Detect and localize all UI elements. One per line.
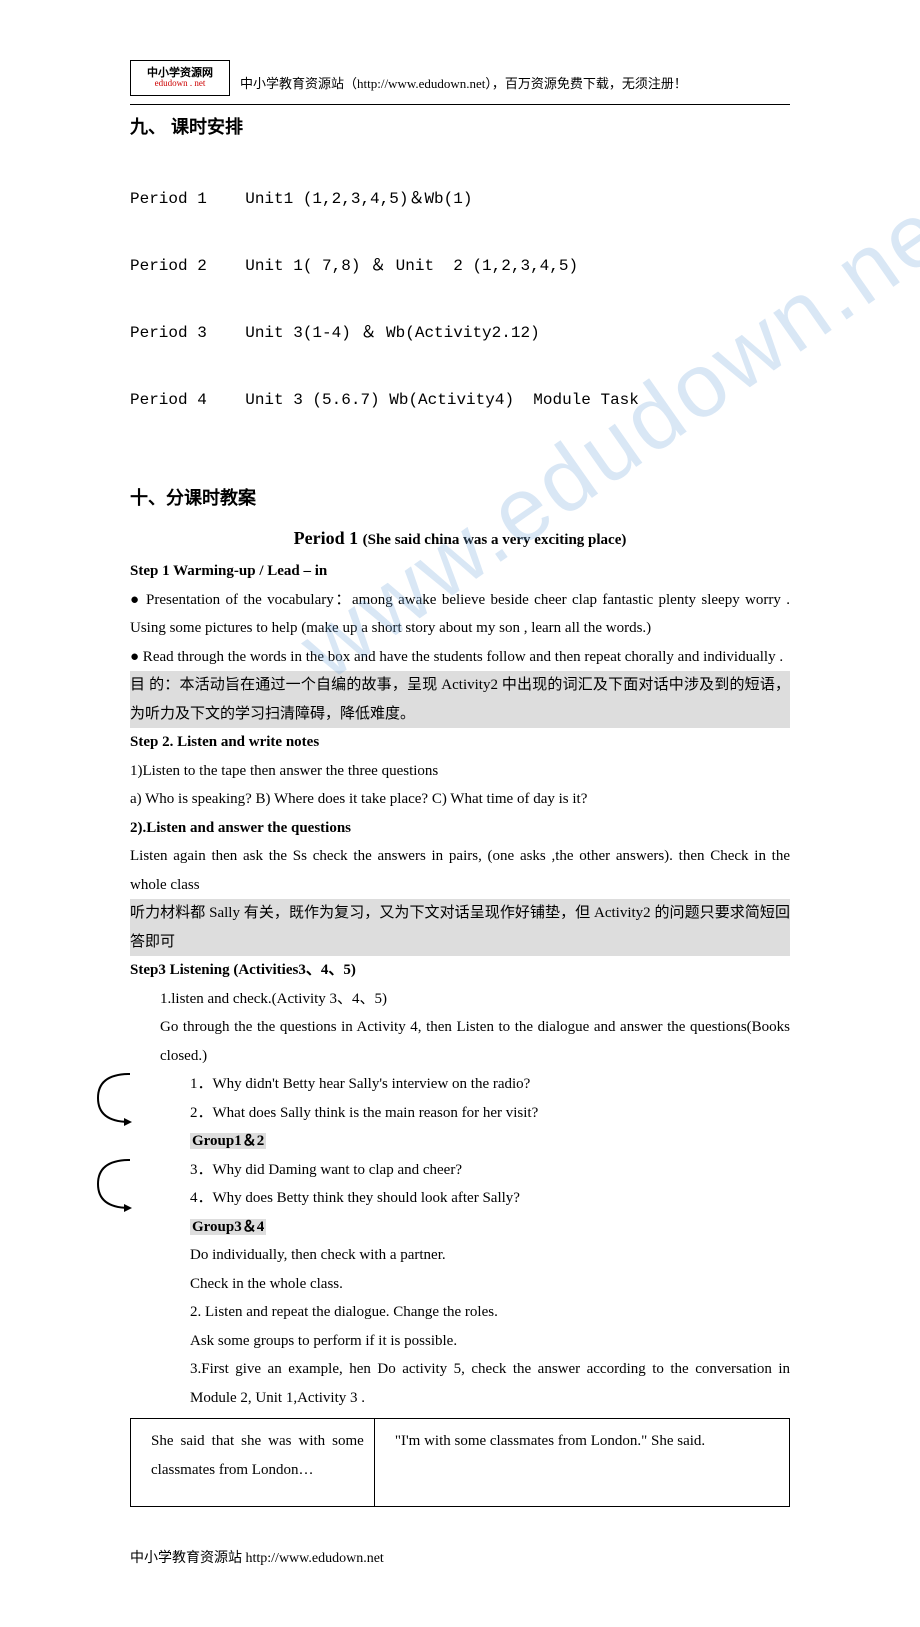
page-footer: 中小学教育资源站 http://www.edudown.net xyxy=(130,1547,790,1567)
schedule-row: Period 4 Unit 3 (5.6.7) Wb(Activity4) Mo… xyxy=(130,389,790,411)
step2-l1: 1)Listen to the tape then answer the thr… xyxy=(130,757,790,786)
step3-l5: 2. Listen and repeat the dialogue. Chang… xyxy=(130,1298,790,1327)
section-10-title: 十、分课时教案 xyxy=(130,484,790,510)
schedule-row: Period 1 Unit1 (1,2,3,4,5)＆Wb(1) xyxy=(130,188,790,210)
step3-q2: 2．What does Sally think is the main reas… xyxy=(130,1099,790,1128)
schedule-row: Period 2 Unit 1( 7,8) ＆ Unit 2 (1,2,3,4,… xyxy=(130,255,790,277)
step3-q1: 1．Why didn't Betty hear Sally's intervie… xyxy=(130,1070,790,1099)
step3-l6: Ask some groups to perform if it is poss… xyxy=(130,1327,790,1356)
step1-p1: ● Presentation of the vocabulary：among a… xyxy=(130,586,790,643)
group-1-2-label: Group1＆2 xyxy=(190,1133,266,1149)
step2-note: 听力材料都 Sally 有关，既作为复习，又为下文对话呈现作好铺垫，但 Acti… xyxy=(130,899,790,956)
step3-l2: Go through the the questions in Activity… xyxy=(130,1013,790,1070)
table-row: She said that she was with some classmat… xyxy=(131,1419,790,1507)
brace-arrow-icon xyxy=(90,1156,140,1214)
period1-number: Period 1 xyxy=(294,528,359,548)
period1-title: Period 1 (She said china was a very exci… xyxy=(130,528,790,549)
step2-l2: a) Who is speaking? B) Where does it tak… xyxy=(130,785,790,814)
question-group-1: 1．Why didn't Betty hear Sally's intervie… xyxy=(130,1070,790,1156)
step2-block: Step 2. Listen and write notes 1)Listen … xyxy=(130,728,790,956)
question-group-2: 3．Why did Daming want to clap and cheer?… xyxy=(130,1156,790,1242)
section-9-title: 九、 课时安排 xyxy=(130,113,790,139)
step2-heading: Step 2. Listen and write notes xyxy=(130,728,790,757)
step3-l1: 1.listen and check.(Activity 3、4、5) xyxy=(130,985,790,1014)
period1-subtitle: (She said china was a very exciting plac… xyxy=(363,532,627,548)
step3-l3: Do individually, then check with a partn… xyxy=(130,1241,790,1270)
group-3-4-label: Group3＆4 xyxy=(190,1219,266,1235)
step1-heading: Step 1 Warming-up / Lead – in xyxy=(130,557,790,586)
period-schedule: Period 1 Unit1 (1,2,3,4,5)＆Wb(1) Period … xyxy=(130,143,790,456)
table-cell-right: "I'm with some classmates from London." … xyxy=(374,1419,789,1507)
step1-block: Step 1 Warming-up / Lead – in ● Presenta… xyxy=(130,557,790,728)
header-divider xyxy=(130,104,790,105)
step3-heading: Step3 Listening (Activities3、4、5) xyxy=(130,956,790,985)
site-logo: 中小学资源网 edudown . net xyxy=(130,60,230,96)
step3-block: Step3 Listening (Activities3、4、5) 1.list… xyxy=(130,956,790,1507)
step2-l3: 2).Listen and answer the questions xyxy=(130,814,790,843)
step3-q3: 3．Why did Daming want to clap and cheer? xyxy=(130,1156,790,1185)
page-header: 中小学资源网 edudown . net 中小学教育资源站（http://www… xyxy=(130,60,790,96)
step2-l4: Listen again then ask the Ss check the a… xyxy=(130,842,790,899)
table-cell-left: She said that she was with some classmat… xyxy=(131,1419,375,1507)
logo-text-bottom: edudown . net xyxy=(155,79,206,89)
step3-l4: Check in the whole class. xyxy=(130,1270,790,1299)
step1-purpose: 目 的：本活动旨在通过一个自编的故事，呈现 Activity2 中出现的词汇及下… xyxy=(130,671,790,728)
step3-l7: 3.First give an example, hen Do activity… xyxy=(130,1355,790,1412)
schedule-row: Period 3 Unit 3(1-4) ＆ Wb(Activity2.12) xyxy=(130,322,790,344)
example-table: She said that she was with some classmat… xyxy=(130,1418,790,1507)
step1-p2: ● Read through the words in the box and … xyxy=(130,643,790,672)
brace-arrow-icon xyxy=(90,1070,140,1128)
header-caption: 中小学教育资源站（http://www.edudown.net），百万资源免费下… xyxy=(240,73,687,96)
step3-q4: 4．Why does Betty think they should look … xyxy=(130,1184,790,1213)
